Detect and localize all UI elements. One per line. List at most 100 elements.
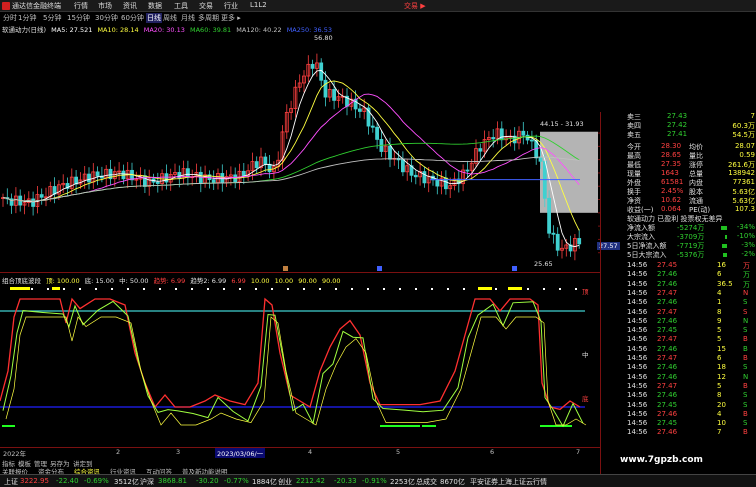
status-item: 沪深 bbox=[140, 478, 154, 486]
tick-time: 14:56 bbox=[627, 307, 648, 316]
candle-body bbox=[521, 130, 526, 136]
date-label: 6 bbox=[490, 448, 495, 456]
flow-header: 软通动力 已盈利 投票权无差异 bbox=[627, 214, 755, 223]
candle-body bbox=[499, 128, 504, 141]
bottom-signal-bar bbox=[422, 425, 436, 427]
menu-l1l2[interactable]: L1L2 bbox=[250, 1, 267, 9]
dot-marker bbox=[191, 288, 193, 290]
stat-value: 28.07 bbox=[734, 142, 755, 150]
candle-body bbox=[465, 169, 470, 172]
candle-body bbox=[332, 89, 337, 101]
order-book-volume: 7 bbox=[750, 112, 755, 120]
menu-hq[interactable]: 行情 bbox=[74, 1, 88, 11]
stat-value: 107.3 bbox=[734, 205, 755, 213]
period-fenshi[interactable]: 分时 bbox=[3, 13, 17, 23]
period-daily[interactable]: 日线 bbox=[146, 13, 162, 23]
tick-volume: 1 bbox=[717, 298, 722, 307]
bottom-signal-bar bbox=[2, 425, 15, 427]
menu-trade[interactable]: 交易 bbox=[199, 1, 213, 11]
dot-marker bbox=[127, 288, 129, 290]
kline-chart[interactable]: 44.0042.0040.0038.0036.0034.0032.0030.00… bbox=[0, 34, 623, 272]
period-60min[interactable]: 60分钟 bbox=[121, 13, 144, 23]
order-book-price: 27.42 bbox=[667, 121, 688, 129]
panel-divider bbox=[0, 272, 600, 273]
menu-industry[interactable]: 行业 bbox=[224, 1, 238, 11]
status-item: -30.20 bbox=[196, 477, 219, 485]
indicator-chart[interactable]: 100.0080.0060.0040.0020.000.00 顶 中 底 bbox=[0, 285, 627, 445]
tick-row: 14:56 27.47 8 S bbox=[627, 308, 755, 317]
app-logo-icon bbox=[2, 2, 10, 10]
tick-row: 14:56 27.46 8 S bbox=[627, 391, 755, 400]
dot-marker bbox=[287, 288, 289, 290]
candle-body bbox=[155, 181, 160, 184]
dot-marker bbox=[575, 288, 577, 290]
tick-time: 14:56 bbox=[627, 372, 648, 381]
flow-percent: -10% bbox=[736, 232, 755, 240]
ind-mid-label: 中: 50.00 bbox=[119, 277, 149, 285]
menu-tools[interactable]: 工具 bbox=[174, 1, 188, 11]
ind-value-label: 90.00 bbox=[321, 277, 341, 285]
tick-volume: 18 bbox=[717, 363, 726, 372]
candle-body bbox=[31, 198, 36, 207]
period-30min[interactable]: 30分钟 bbox=[95, 13, 118, 23]
candle-body bbox=[530, 139, 534, 142]
status-item: 1884亿 bbox=[252, 478, 277, 486]
tick-price: 27.46 bbox=[657, 409, 678, 418]
menu-market[interactable]: 市场 bbox=[98, 1, 112, 11]
status-item: 上证 bbox=[4, 478, 18, 486]
bottom-tab-bar: 指标 模板 管理 另存为 讲定到 关联报价 资金分布 综合资讯 行业资讯 互动问… bbox=[0, 457, 620, 476]
period-15min[interactable]: 15分钟 bbox=[67, 13, 90, 23]
status-item: -0.69% bbox=[84, 477, 109, 485]
period-monthly[interactable]: 月线 bbox=[181, 13, 195, 23]
tick-price: 27.47 bbox=[657, 354, 678, 362]
candle-body bbox=[185, 168, 190, 178]
tick-row: 14:56 27.47 6 B bbox=[627, 354, 755, 363]
candle-body bbox=[263, 156, 268, 165]
indicator-legend: 组合顶底波段 顶: 100.00 底: 15.00 中: 50.00 趋势: 6… bbox=[2, 275, 422, 285]
period-multi[interactable]: 多周期 bbox=[198, 13, 219, 23]
period-bar: 分时 1分钟 5分钟 15分钟 30分钟 60分钟 日线 周线 月线 多周期 更… bbox=[0, 12, 427, 23]
dot-marker bbox=[431, 288, 433, 290]
tick-volume: 8 bbox=[717, 391, 722, 400]
tick-row: 14:56 27.45 5 S bbox=[627, 326, 755, 335]
period-1min[interactable]: 1分钟 bbox=[18, 13, 36, 23]
period-more[interactable]: 更多 ▸ bbox=[221, 13, 241, 23]
flow-percent: -34% bbox=[736, 223, 755, 231]
tick-flag: S bbox=[743, 391, 748, 400]
signal-marker bbox=[512, 266, 517, 271]
period-weekly[interactable]: 周线 bbox=[163, 13, 177, 23]
candle-body bbox=[422, 171, 427, 184]
trade-button[interactable]: 交易 ▶ bbox=[404, 1, 426, 11]
tick-time: 14:56 bbox=[627, 270, 648, 279]
candle-body bbox=[547, 197, 551, 234]
dot-marker bbox=[463, 288, 465, 290]
tick-row: 14:56 27.45 16 万 bbox=[627, 261, 755, 270]
ma20-label: MA20: 30.13 bbox=[143, 26, 185, 34]
flow-percent: -3% bbox=[741, 241, 755, 249]
date-label: 4 bbox=[308, 448, 313, 456]
tick-price: 27.45 bbox=[657, 326, 678, 335]
date-label: 2 bbox=[116, 448, 121, 456]
ma60-label: MA60: 39.81 bbox=[190, 26, 232, 34]
candle-body bbox=[254, 161, 259, 169]
tick-time: 14:56 bbox=[627, 381, 648, 390]
candle-body bbox=[388, 145, 392, 160]
candle-body bbox=[577, 238, 582, 245]
period-5min[interactable]: 5分钟 bbox=[43, 13, 61, 23]
indicator-title[interactable]: 组合顶底波段 bbox=[2, 277, 41, 285]
tick-price: 27.46 bbox=[657, 279, 678, 288]
tick-volume: 15 bbox=[717, 344, 726, 353]
candle-body bbox=[435, 179, 440, 187]
dot-marker bbox=[255, 288, 257, 290]
signal-marker bbox=[283, 266, 288, 271]
status-item: 3512亿 bbox=[114, 478, 139, 486]
tick-price: 27.46 bbox=[657, 428, 678, 437]
menu-data[interactable]: 数据 bbox=[148, 1, 162, 11]
stat-value: 77361 bbox=[732, 178, 755, 186]
ind-trend2-label: 趋势2: 6.99 bbox=[190, 277, 227, 285]
candle-body bbox=[164, 173, 169, 183]
menu-news[interactable]: 资讯 bbox=[123, 1, 137, 11]
dot-marker bbox=[95, 288, 97, 290]
flow-row: 5日净流入额 -7719万 -3% bbox=[627, 241, 755, 250]
tick-volume: 5 bbox=[717, 335, 722, 344]
